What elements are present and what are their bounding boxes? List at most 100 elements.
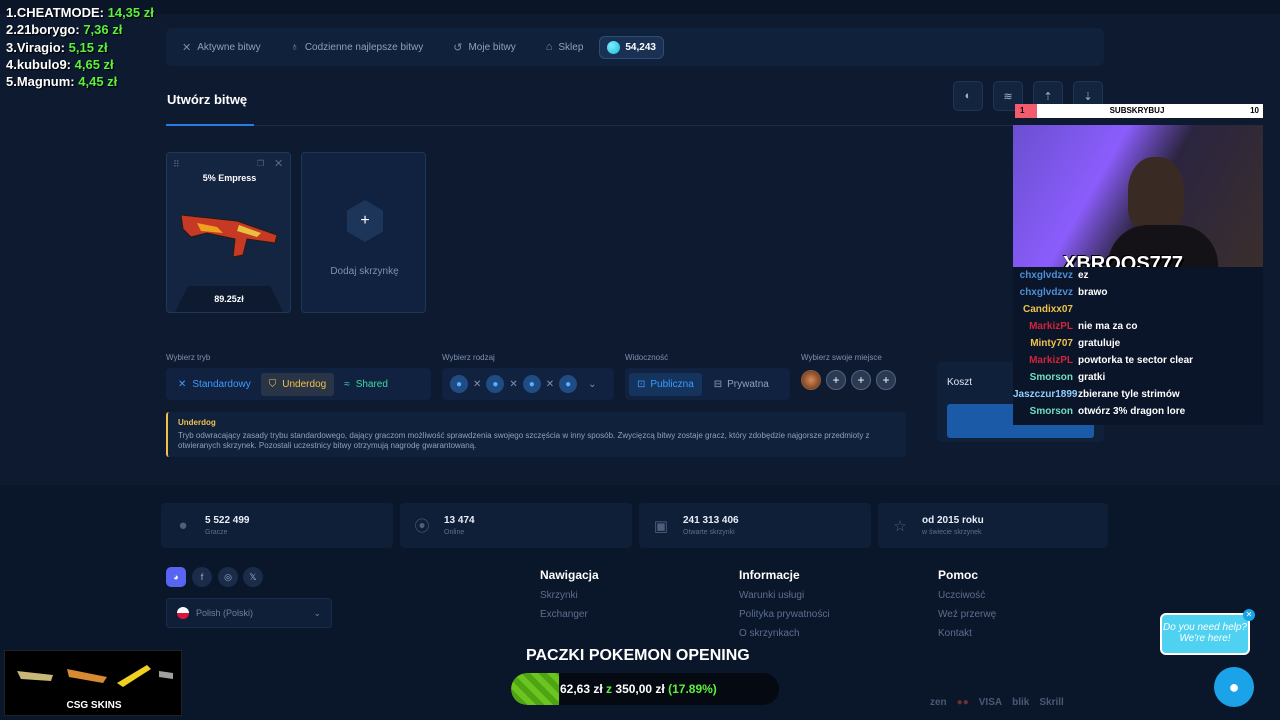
streamer-figure [1128, 157, 1184, 231]
sort-toggle-button[interactable]: ◐ [953, 81, 983, 111]
sort-asc-icon: ⇡ [1043, 90, 1053, 103]
x-twitter-icon[interactable]: 𝕏 [243, 567, 263, 587]
visibility-public[interactable]: ⊡ Publiczna [629, 372, 702, 396]
language-select[interactable]: Polish (Polski) ⌄ [166, 598, 332, 628]
shield-icon: ⛉ [268, 378, 277, 390]
help-bubble[interactable]: Do you need help? We're here! [1160, 613, 1250, 655]
add-case-label: Dodaj skrzynkę [330, 266, 399, 277]
swords-icon: ✕ [182, 41, 192, 54]
discord-icon[interactable]: ◕ [166, 567, 186, 587]
footer-link[interactable]: Exchanger [540, 609, 599, 620]
case-card[interactable]: ⠿ ❐ ✕ 5% Empress 89.25zł [166, 152, 291, 313]
footer-link[interactable]: Uczciwość [938, 590, 996, 601]
drag-handle-icon[interactable]: ⠿ [173, 159, 180, 170]
seat-label: Wybierz swoje miejsce [801, 353, 882, 362]
kind-selector[interactable]: ● ✕ ● ✕ ● ✕ ● ⌄ [442, 368, 614, 400]
footer-col-information: Informacje Warunki usługi Polityka prywa… [739, 568, 830, 639]
rifle-image [180, 214, 278, 258]
chat-username: chxglvdzvz [1019, 287, 1073, 298]
case-name: 5% Empress [202, 173, 257, 183]
close-icon[interactable]: ✕ [274, 157, 283, 170]
nav-active-battles[interactable]: ✕ Aktywne bitwy [182, 41, 261, 54]
history-icon: ↺ [453, 41, 463, 54]
nav-daily-best[interactable]: ♁ Codzienne najlepsze bitwy [291, 41, 424, 53]
instagram-icon[interactable]: ◎ [218, 567, 238, 587]
toggle-icon: ◐ [964, 90, 972, 102]
chat-text: brawo [1078, 287, 1108, 298]
chat-username: Smorson [1029, 372, 1073, 383]
chat-text: nie ma za co [1078, 321, 1138, 332]
chat-message: MarkizPL nie ma za co [1013, 318, 1263, 335]
mode-underdog[interactable]: ⛉ Underdog [260, 372, 335, 396]
add-seat-button[interactable]: + [826, 370, 846, 390]
signal-icon: ⦿ [414, 518, 430, 535]
leaderboard-row: 1.CHEATMODE: 14,35 zł [6, 5, 154, 20]
skins-strip-image [17, 665, 173, 687]
nav-shop[interactable]: ⌂ Sklep [546, 41, 584, 53]
facebook-icon[interactable]: f [192, 567, 212, 587]
payment-methods: zen ●● VISA blik Skrill [930, 697, 1064, 708]
footer-link[interactable]: Weź przerwę [938, 609, 996, 620]
chat-username: Smorson [1029, 406, 1073, 417]
visibility-selector: ⊡ Publiczna ⊟ Prywatna [625, 368, 790, 400]
chat-message: Smorson gratki [1013, 369, 1263, 386]
visibility-private[interactable]: ⊟ Prywatna [706, 373, 777, 396]
stat-players: ● 5 522 499 Gracze [161, 503, 393, 548]
chat-icon: ● [1228, 676, 1240, 697]
csg-label: CSG SKINS [66, 700, 122, 711]
chat-username: MarkizPL [1029, 355, 1073, 366]
stat-cases: ▣ 241 313 406 Otwarte skrzynki [639, 503, 871, 548]
balance-badge[interactable]: 54,243 [599, 35, 664, 59]
chat-message: Minty707 gratuluje [1013, 335, 1263, 352]
csg-skins-overlay: CSG SKINS [4, 650, 182, 716]
add-seat-button[interactable]: + [876, 370, 896, 390]
add-seat-button[interactable]: + [851, 370, 871, 390]
user-icon: ● [178, 517, 188, 534]
donation-progress: 62,63 zł z 350,00 zł (17.89%) [511, 673, 779, 705]
seat-selector: + + + [801, 370, 896, 390]
add-case-card[interactable]: + Dodaj skrzynkę [301, 152, 426, 313]
chat-text: powtorka te sector clear [1078, 355, 1194, 366]
swords-icon: ✕ [178, 378, 187, 390]
footer-link[interactable]: O skrzynkach [739, 628, 830, 639]
visibility-label: Widoczność [625, 353, 669, 362]
mode-shared[interactable]: ≈ Shared [336, 373, 396, 396]
mode-standard[interactable]: ✕ Standardowy [170, 373, 259, 396]
plus-icon: + [346, 200, 384, 242]
chat-username: MarkizPL [1029, 321, 1073, 332]
chat-message: MarkizPL powtorka te sector clear [1013, 352, 1263, 369]
progress-text: 62,63 zł z 350,00 zł (17.89%) [560, 682, 717, 696]
close-icon[interactable]: ✕ [1243, 609, 1255, 621]
unlock-icon: ⊡ [637, 378, 646, 390]
avatar[interactable] [801, 370, 821, 390]
player-icon: ● [486, 375, 505, 393]
footer-link[interactable]: Warunki usługi [739, 590, 830, 601]
footer-link[interactable]: Kontakt [938, 628, 996, 639]
chat-message: chxglvdzvz ez [1013, 267, 1263, 284]
lock-icon: ⊟ [713, 378, 723, 390]
page-title: Utwórz bitwę [167, 92, 248, 107]
chat-text: gratuluje [1078, 338, 1121, 349]
mode-label: Wybierz tryb [166, 353, 211, 362]
progress-fill [511, 673, 559, 705]
overlay-title: PACZKI POKEMON OPENING [526, 647, 750, 664]
chat-username: Candixx07 [1022, 304, 1073, 315]
leaderboard-row: 4.kubulo9: 4,65 zł [6, 56, 114, 72]
box-icon: ▣ [653, 517, 669, 535]
title-underline [166, 124, 254, 126]
live-chat-button[interactable]: ● [1214, 667, 1254, 707]
coin-icon [607, 40, 621, 54]
copy-icon[interactable]: ❐ [257, 159, 264, 168]
kind-label: Wybierz rodzaj [442, 353, 495, 362]
nav-my-battles[interactable]: ↺ Moje bitwy [453, 41, 515, 54]
trophy-icon: ♁ [290, 41, 299, 53]
player-icon: ● [522, 375, 541, 393]
footer-link[interactable]: Skrzynki [540, 590, 599, 601]
battle-nav: ✕ Aktywne bitwy ♁ Codzienne najlepsze bitw… [166, 28, 1104, 66]
footer-link[interactable]: Polityka prywatności [739, 609, 830, 620]
poland-flag-icon [177, 607, 189, 619]
chat-overlay: chxglvdzvz ez chxglvdzvz brawo Candixx07 Mark… [1013, 267, 1263, 425]
chat-username: Jaszczur1899 [1013, 389, 1078, 400]
title-separator [254, 125, 1104, 126]
chevron-down-icon: ⌄ [588, 378, 597, 390]
